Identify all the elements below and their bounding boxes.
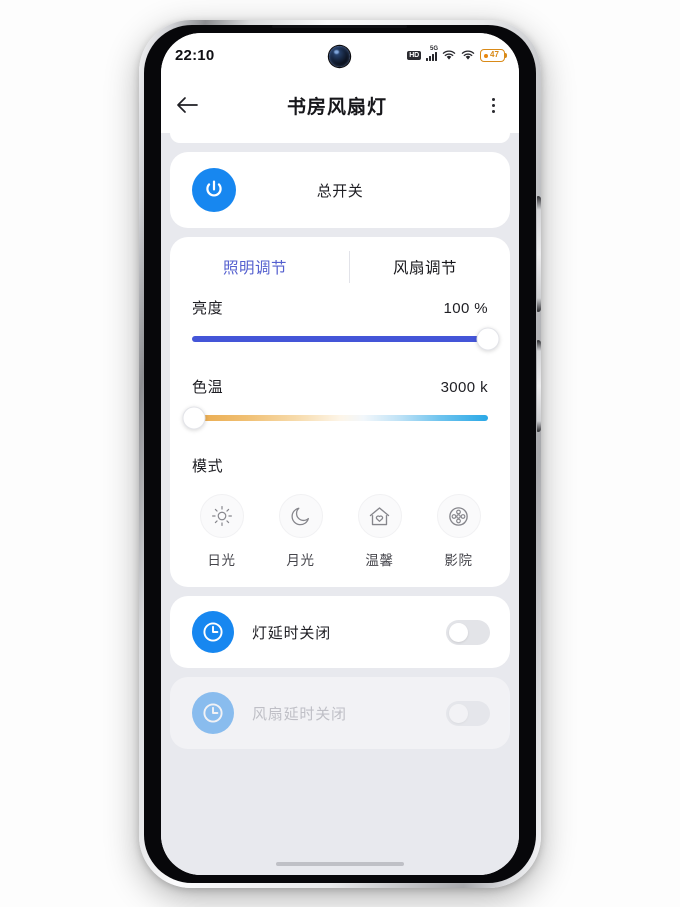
menu-dot (491, 103, 495, 107)
mode-item-moonlight[interactable]: 月光 (261, 494, 340, 569)
status-icon-group: HD 5G 47 (407, 46, 508, 62)
brightness-label: 亮度 (192, 300, 224, 317)
brightness-block: 亮度 100 % (170, 297, 510, 351)
battery-charging-indicator (484, 53, 488, 58)
mode-item-daylight[interactable]: 日光 (182, 494, 261, 569)
earpiece-speaker (272, 25, 407, 28)
gesture-navigation-bar[interactable] (276, 862, 404, 866)
app-bar: 书房风扇灯 (161, 77, 519, 133)
scroll-content[interactable]: 总开关 照明调节 风扇调节 亮度 100 % 色温 3000 k 模式 日光 月… (161, 133, 519, 875)
toggle-knob (449, 703, 468, 723)
sun-icon (199, 494, 244, 538)
partial-card-above (170, 133, 510, 143)
light-delay-off-row[interactable]: 灯延时关闭 (170, 596, 510, 668)
fan-delay-off-row: 风扇延时关闭 (170, 677, 510, 749)
volume-button[interactable] (537, 196, 541, 312)
screenshot-canvas: 22:10 HD 5G 47 书房风扇灯 总开关 照明调节 风扇调节 亮度 10… (0, 0, 680, 907)
master-power-card[interactable]: 总开关 (170, 152, 510, 228)
home-heart-icon (357, 494, 402, 538)
mode-label: 月光 (286, 553, 315, 568)
power-button[interactable] (537, 340, 541, 432)
mode-section-title: 模式 (192, 458, 224, 475)
light-delay-toggle[interactable] (446, 619, 490, 645)
signal-icon: 5G (426, 46, 438, 61)
tab-bar: 照明调节 风扇调节 (170, 237, 510, 297)
mode-list: 日光 月光 温馨 影院 (170, 494, 510, 569)
fan-delay-toggle (446, 700, 490, 726)
hd-icon: HD (407, 50, 421, 60)
moon-icon (278, 494, 323, 538)
arrow-left-icon (177, 97, 198, 113)
battery-icon: 47 (480, 48, 508, 62)
color-temp-slider[interactable] (182, 406, 488, 430)
signal-network-label: 5G (429, 45, 438, 52)
color-temp-header: 色温 3000 k (192, 376, 488, 397)
color-temp-slider-thumb[interactable] (182, 406, 206, 430)
color-temp-label: 色温 (192, 379, 224, 396)
light-delay-label: 灯延时关闭 (252, 624, 332, 642)
toggle-knob (449, 622, 468, 642)
brightness-slider-thumb[interactable] (476, 327, 500, 351)
brightness-slider-fill (192, 336, 488, 342)
clock-icon (192, 692, 234, 734)
mode-label: 影院 (444, 553, 473, 568)
mode-item-cozy[interactable]: 温馨 (340, 494, 419, 569)
menu-dot (491, 97, 495, 101)
mode-label: 温馨 (365, 553, 394, 568)
color-temp-value: 3000 k (440, 379, 488, 396)
more-vertical-icon[interactable] (467, 77, 519, 133)
tab-fan[interactable]: 风扇调节 (340, 256, 510, 278)
front-camera (329, 46, 350, 67)
film-reel-icon (436, 494, 481, 538)
tab-divider (349, 251, 350, 283)
brightness-slider[interactable] (192, 327, 500, 351)
master-power-label: 总开关 (316, 182, 364, 200)
page-title: 书房风扇灯 (286, 96, 387, 118)
brightness-header: 亮度 100 % (192, 297, 488, 318)
mode-label: 日光 (207, 553, 236, 568)
menu-dot (491, 109, 495, 113)
clock-icon (192, 611, 234, 653)
fan-delay-label: 风扇延时关闭 (252, 705, 347, 723)
status-clock: 22:10 (175, 46, 215, 64)
tab-lighting[interactable]: 照明调节 (170, 256, 340, 278)
wifi-icon (442, 50, 456, 61)
mode-item-cinema[interactable]: 影院 (419, 494, 498, 569)
color-temp-block: 色温 3000 k (170, 376, 510, 430)
wifi-icon (461, 50, 475, 61)
phone-screen: 22:10 HD 5G 47 书房风扇灯 总开关 照明调节 风扇调节 亮度 10… (161, 33, 519, 875)
light-control-panel: 照明调节 风扇调节 亮度 100 % 色温 3000 k 模式 日光 月光 温馨… (170, 237, 510, 587)
back-button[interactable] (161, 77, 213, 133)
brightness-value: 100 % (443, 300, 488, 317)
